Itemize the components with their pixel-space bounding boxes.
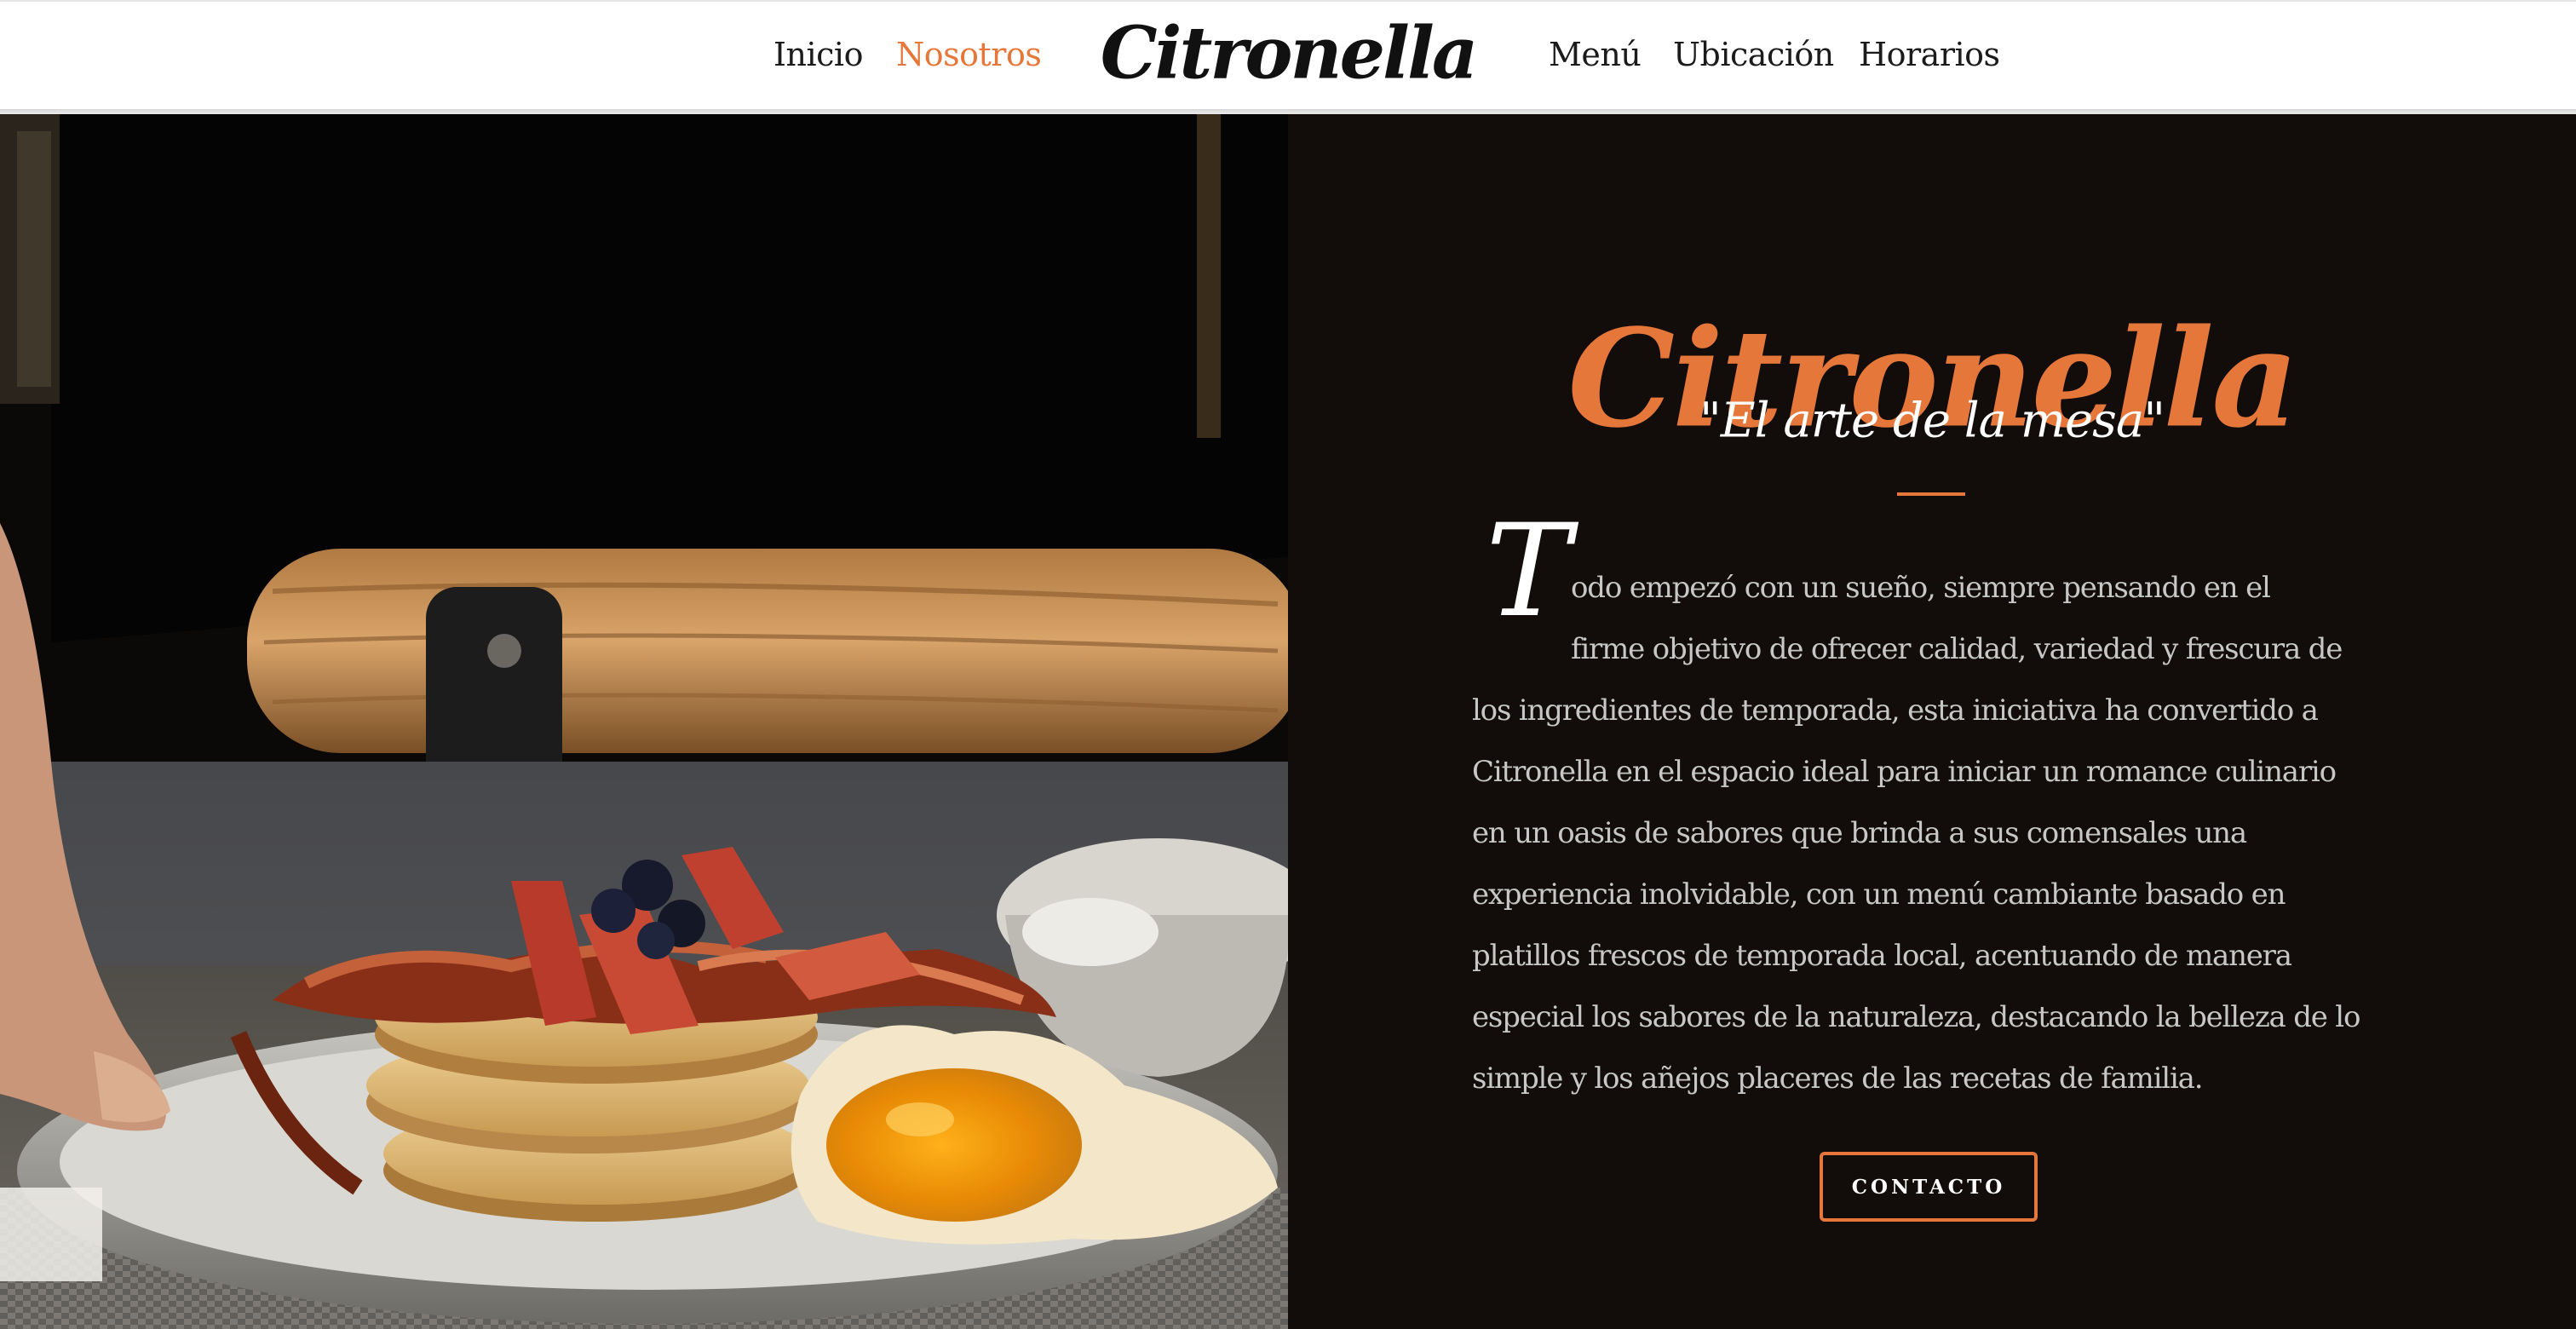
nav-link-inicio[interactable]: Inicio xyxy=(773,36,863,73)
paragraph-line: platillos frescos de temporada local, ac… xyxy=(1472,939,2292,973)
paragraph-line: firme objetivo de ofrecer calidad, varie… xyxy=(1571,632,2343,666)
paragraph-line: experiencia inolvidable, con un menú cam… xyxy=(1472,877,2286,912)
accent-divider xyxy=(1897,492,1965,496)
contact-button[interactable]: CONTACTO xyxy=(1820,1152,2038,1222)
pancakes-plate-illustration xyxy=(0,114,1288,1329)
nav-link-horarios[interactable]: Horarios xyxy=(1859,36,2000,73)
about-section: Citronella "El arte de la mesa" T odo em… xyxy=(1288,114,2576,1329)
top-navigation: Inicio Nosotros Citronella Menú Ubicació… xyxy=(0,0,2576,111)
paragraph-line: odo empezó con un sueño, siempre pensand… xyxy=(1571,571,2271,605)
nav-link-ubicacion[interactable]: Ubicación xyxy=(1673,36,1834,73)
paragraph-line: Citronella en el espacio ideal para inic… xyxy=(1472,755,2337,789)
brand-logo[interactable]: Citronella xyxy=(1101,11,1479,95)
nav-link-nosotros[interactable]: Nosotros xyxy=(896,36,1042,73)
about-tagline: "El arte de la mesa" xyxy=(1699,393,2165,449)
paragraph-line: simple y los añejos placeres de las rece… xyxy=(1472,1061,2204,1096)
paragraph-line: especial los sabores de la naturaleza, d… xyxy=(1472,1000,2360,1034)
paragraph-line: en un oasis de sabores que brinda a sus … xyxy=(1472,816,2247,850)
nav-link-menu[interactable]: Menú xyxy=(1549,36,1642,73)
paragraph-line: los ingredientes de temporada, esta inic… xyxy=(1472,693,2319,728)
hero-photo xyxy=(0,114,1288,1329)
about-paragraph: odo empezó con un sueño, siempre pensand… xyxy=(1472,557,2409,1109)
